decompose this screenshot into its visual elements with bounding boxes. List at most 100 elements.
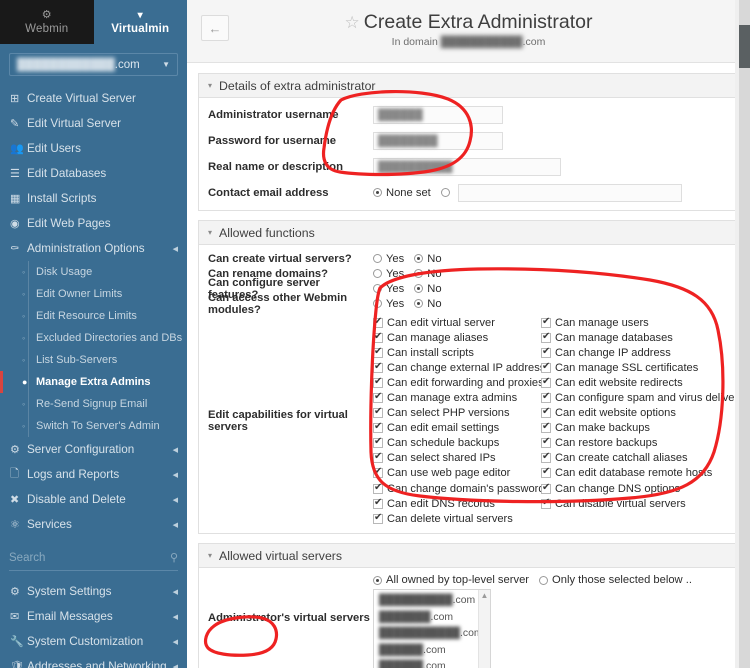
sidebar-item-manage-extra-admins[interactable]: ● Manage Extra Admins <box>0 371 187 393</box>
sidebar-item-logs-and-reports[interactable]: 🗋 Logs and Reports ◀ <box>0 462 187 487</box>
sidebar-item-switch-to-servers-admin[interactable]: ◦ Switch To Server's Admin <box>0 415 187 437</box>
password-input[interactable]: ████████ <box>373 131 503 150</box>
tab-virtualmin[interactable]: ▾ Virtualmin <box>93 0 187 44</box>
page-scrollbar-thumb[interactable] <box>739 25 750 68</box>
sidebar-item-services[interactable]: ⚛ Services ◀ <box>0 512 187 537</box>
checkbox-row: Can delete virtual servers <box>373 511 541 526</box>
cap-edit-dns-records-checkbox[interactable] <box>373 497 383 509</box>
rename-domains-no-radio[interactable] <box>414 269 424 278</box>
functions-panel-header[interactable]: ▾ Allowed functions <box>198 220 739 245</box>
admin-virtual-servers-row: Administrator's virtual servers All owne… <box>199 574 738 668</box>
sidebar-item-edit-virtual-server[interactable]: ✎ Edit Virtual Server <box>0 111 187 136</box>
email-custom-radio[interactable] <box>440 188 450 197</box>
configure-server-features-no-radio[interactable] <box>414 284 424 293</box>
contact-email-input[interactable] <box>457 183 682 202</box>
cap-make-backups-checkbox[interactable] <box>541 421 551 434</box>
checkbox-row: Can edit forwarding and proxies <box>373 375 544 390</box>
bullet-icon: ◦ <box>22 355 26 365</box>
list-item: ███████████.com <box>379 626 490 643</box>
cap-edit-virtual-server-checkbox[interactable] <box>373 316 383 328</box>
cap-manage-aliases-checkbox[interactable] <box>373 331 383 343</box>
administrator-username-input[interactable]: ██████ <box>373 105 503 124</box>
search-placeholder: Search <box>9 551 46 564</box>
page-scrollbar-track[interactable] <box>739 0 750 668</box>
virtual-servers-listbox[interactable]: ██████████.com ███████.com ███████████.c… <box>373 589 491 668</box>
cap-edit-forwarding-proxies-checkbox[interactable] <box>373 376 383 388</box>
sidebar-item-edit-web-pages[interactable]: ◉ Edit Web Pages <box>0 211 187 236</box>
cap-change-dns-options-checkbox[interactable] <box>541 482 551 494</box>
cap-edit-database-remote-hosts-checkbox[interactable] <box>541 466 551 479</box>
scope-all-label: All owned by top-level server <box>386 574 530 587</box>
sidebar-item-label: Server Configuration <box>27 443 135 456</box>
cap-change-ip-address-checkbox[interactable] <box>541 346 551 358</box>
cap-edit-email-settings-checkbox[interactable] <box>373 421 383 434</box>
cap-manage-ssl-certificates-checkbox[interactable] <box>541 361 551 373</box>
listbox-scrollbar[interactable]: ▲ ▼ <box>478 590 490 668</box>
cap-use-web-page-editor-checkbox[interactable] <box>373 466 383 479</box>
cap-install-scripts-checkbox[interactable] <box>373 346 383 358</box>
cap-delete-virtual-servers-checkbox[interactable] <box>373 512 383 524</box>
sidebar-item-system-settings[interactable]: ⚙ System Settings ◀ <box>0 579 187 604</box>
domain-selector[interactable]: ████████████ .com ▼ <box>9 53 178 76</box>
sidebar-item-addresses-and-networking[interactable]: 🛡 Addresses and Networking ◀ <box>0 654 187 668</box>
tab-webmin[interactable]: ⚙ Webmin <box>0 0 94 44</box>
sidebar-item-edit-users[interactable]: 👥 Edit Users <box>0 136 187 161</box>
checkbox-label: Can edit email settings <box>387 422 500 435</box>
chevron-down-icon: ▾ <box>208 81 213 90</box>
sidebar-item-email-messages[interactable]: ✉ Email Messages ◀ <box>0 604 187 629</box>
sidebar-item-edit-databases[interactable]: ☰ Edit Databases <box>0 161 187 186</box>
email-none-radio[interactable] <box>373 188 382 197</box>
sidebar-item-administration-options[interactable]: ⚰ Administration Options ◀ <box>0 236 187 261</box>
sidebar-item-disable-and-delete[interactable]: ✖ Disable and Delete ◀ <box>0 487 187 512</box>
create-virtual-servers-no-radio[interactable] <box>414 254 424 263</box>
sidebar-item-re-send-signup-email[interactable]: ◦ Re-Send Signup Email <box>0 393 187 415</box>
configure-server-features-yes-radio[interactable] <box>373 284 382 293</box>
cap-manage-users-checkbox[interactable] <box>541 316 551 328</box>
scroll-up-icon[interactable]: ▲ <box>481 591 489 600</box>
cap-edit-website-options-checkbox[interactable] <box>541 406 551 419</box>
search-icon[interactable]: ⚲ <box>170 551 178 564</box>
real-name-input[interactable]: ██████████ <box>373 157 561 176</box>
sidebar-subitem-label: Manage Extra Admins <box>36 376 151 388</box>
capabilities-label: Edit capabilities for virtual servers <box>208 408 348 433</box>
checkbox-row: Can restore backups <box>541 436 709 451</box>
cap-disable-virtual-servers-checkbox[interactable] <box>541 497 551 509</box>
cap-manage-extra-admins-checkbox[interactable] <box>373 391 383 404</box>
rename-domains-yes-radio[interactable] <box>373 269 382 278</box>
checkbox-label: Can disable virtual servers <box>555 497 686 510</box>
form-content: ▾ Details of extra administrator Adminis… <box>187 63 750 668</box>
cap-select-php-versions-checkbox[interactable] <box>373 406 383 419</box>
envelope-icon: ✉ <box>10 611 20 623</box>
cap-configure-spam-virus-checkbox[interactable] <box>541 391 551 404</box>
cap-change-domain-password-checkbox[interactable] <box>373 482 383 494</box>
sidebar-item-edit-owner-limits[interactable]: ◦ Edit Owner Limits <box>0 283 187 305</box>
sidebar-item-create-virtual-server[interactable]: ⊞ Create Virtual Server <box>0 86 187 111</box>
access-webmin-modules-yes-radio[interactable] <box>373 299 382 308</box>
cap-restore-backups-checkbox[interactable] <box>541 436 551 449</box>
details-panel-body: Administrator username ██████ Password f… <box>198 98 739 211</box>
sidebar-item-edit-resource-limits[interactable]: ◦ Edit Resource Limits <box>0 305 187 327</box>
sidebar-search[interactable]: Search ⚲ <box>9 545 178 571</box>
list-item: ██████.com <box>379 659 490 668</box>
sidebar-item-disk-usage[interactable]: ◦ Disk Usage <box>0 261 187 283</box>
scope-all-radio[interactable] <box>373 575 382 585</box>
create-virtual-servers-yes-radio[interactable] <box>373 254 382 263</box>
sidebar-item-server-configuration[interactable]: ⚙ Server Configuration ◀ <box>0 437 187 462</box>
chevron-down-icon: ▾ <box>208 228 213 237</box>
cap-create-catchall-aliases-checkbox[interactable] <box>541 451 551 464</box>
sidebar-item-list-sub-servers[interactable]: ◦ List Sub-Servers <box>0 349 187 371</box>
back-button[interactable]: ← <box>201 15 229 41</box>
details-panel-header[interactable]: ▾ Details of extra administrator <box>198 73 739 98</box>
favorite-star-icon[interactable]: ☆ <box>345 13 360 32</box>
servers-panel-header[interactable]: ▾ Allowed virtual servers <box>198 543 739 569</box>
sidebar-item-install-scripts[interactable]: ▦ Install Scripts <box>0 186 187 211</box>
sidebar-item-excluded-directories-and-dbs[interactable]: ◦ Excluded Directories and DBs <box>0 327 187 349</box>
cap-edit-website-redirects-checkbox[interactable] <box>541 376 551 388</box>
cap-schedule-backups-checkbox[interactable] <box>373 436 383 449</box>
scope-selected-radio[interactable] <box>539 575 549 585</box>
cap-manage-databases-checkbox[interactable] <box>541 331 551 343</box>
access-webmin-modules-no-radio[interactable] <box>414 299 424 308</box>
cap-change-external-ip-checkbox[interactable] <box>373 361 383 373</box>
sidebar-item-system-customization[interactable]: 🔧 System Customization ◀ <box>0 629 187 654</box>
cap-select-shared-ips-checkbox[interactable] <box>373 451 383 464</box>
